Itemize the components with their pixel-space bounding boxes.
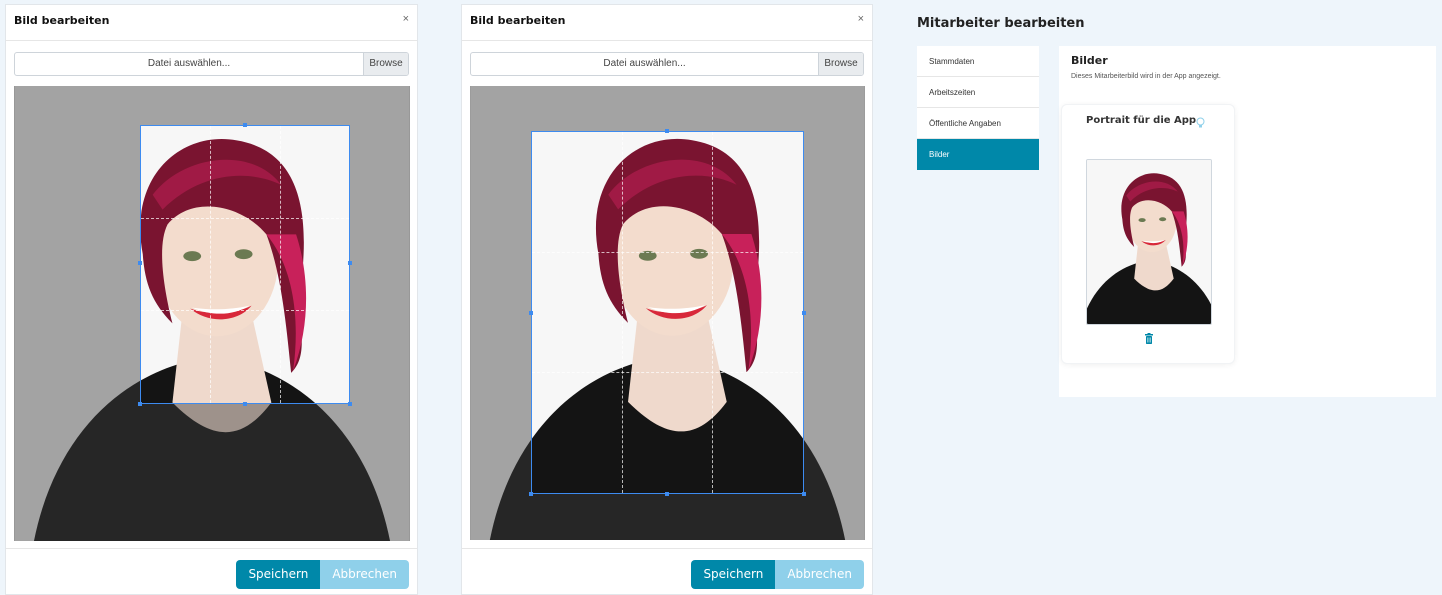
crop-handle[interactable] <box>243 402 247 406</box>
file-input-label: Datei auswählen... <box>147 58 231 69</box>
close-icon[interactable]: × <box>403 13 409 25</box>
modal-footer: Speichern Abbrechen <box>462 548 872 594</box>
nav-item-stammdaten[interactable]: Stammdaten <box>917 46 1039 77</box>
page-title: Mitarbeiter bearbeiten <box>917 16 1085 31</box>
save-button[interactable]: Speichern <box>236 560 321 589</box>
button-group: Speichern Abbrechen <box>236 560 409 589</box>
modal-footer: Speichern Abbrechen <box>6 548 417 594</box>
modal-header: Bild bearbeiten × <box>6 5 417 41</box>
cancel-button[interactable]: Abbrechen <box>320 560 409 589</box>
crop-handle[interactable] <box>802 492 806 496</box>
modal-title: Bild bearbeiten <box>470 14 566 27</box>
file-input[interactable]: Datei auswählen... Browse <box>14 52 409 76</box>
section-subtitle: Dieses Mitarbeiterbild wird in der App a… <box>1071 73 1221 80</box>
crop-handle[interactable] <box>348 402 352 406</box>
browse-button[interactable]: Browse <box>818 53 863 75</box>
cancel-button[interactable]: Abbrechen <box>775 560 864 589</box>
edit-image-modal-2: Bild bearbeiten × Datei auswählen... Bro… <box>461 4 873 595</box>
save-button[interactable]: Speichern <box>691 560 776 589</box>
portrait-label: Portrait für die App <box>1086 115 1197 126</box>
crop-handle[interactable] <box>802 311 806 315</box>
modal-title: Bild bearbeiten <box>14 14 110 27</box>
crop-area[interactable] <box>470 86 865 540</box>
crop-handle[interactable] <box>529 311 533 315</box>
crop-box[interactable] <box>531 131 804 494</box>
trash-icon[interactable] <box>1144 331 1154 349</box>
file-input-label: Datei auswählen... <box>603 58 686 69</box>
nav-item-arbeitszeiten[interactable]: Arbeitszeiten <box>917 77 1039 108</box>
portrait-card: Portrait für die App <box>1061 104 1235 364</box>
crop-handle[interactable] <box>348 261 352 265</box>
edit-image-modal-1: Bild bearbeiten × Datei auswählen... Bro… <box>5 4 418 595</box>
crop-handle[interactable] <box>529 492 533 496</box>
crop-handle[interactable] <box>138 402 142 406</box>
crop-handle[interactable] <box>665 129 669 133</box>
portrait-thumbnail[interactable] <box>1086 159 1212 325</box>
crop-handle[interactable] <box>138 261 142 265</box>
file-input[interactable]: Datei auswählen... Browse <box>470 52 864 76</box>
modal-header: Bild bearbeiten × <box>462 5 872 41</box>
close-icon[interactable]: × <box>858 13 864 25</box>
nav-item-oeffentliche-angaben[interactable]: Öffentliche Angaben <box>917 108 1039 139</box>
button-group: Speichern Abbrechen <box>691 560 864 589</box>
lightbulb-icon[interactable] <box>1196 116 1205 134</box>
section-title: Bilder <box>1071 54 1108 67</box>
side-nav: Stammdaten Arbeitszeiten Öffentliche Ang… <box>917 46 1039 170</box>
browse-button[interactable]: Browse <box>363 53 408 75</box>
content-card: Bilder Dieses Mitarbeiterbild wird in de… <box>1059 46 1436 397</box>
crop-handle[interactable] <box>243 123 247 127</box>
crop-area[interactable] <box>14 86 410 541</box>
crop-box[interactable] <box>140 125 350 404</box>
nav-item-bilder[interactable]: Bilder <box>917 139 1039 170</box>
crop-handle[interactable] <box>665 492 669 496</box>
